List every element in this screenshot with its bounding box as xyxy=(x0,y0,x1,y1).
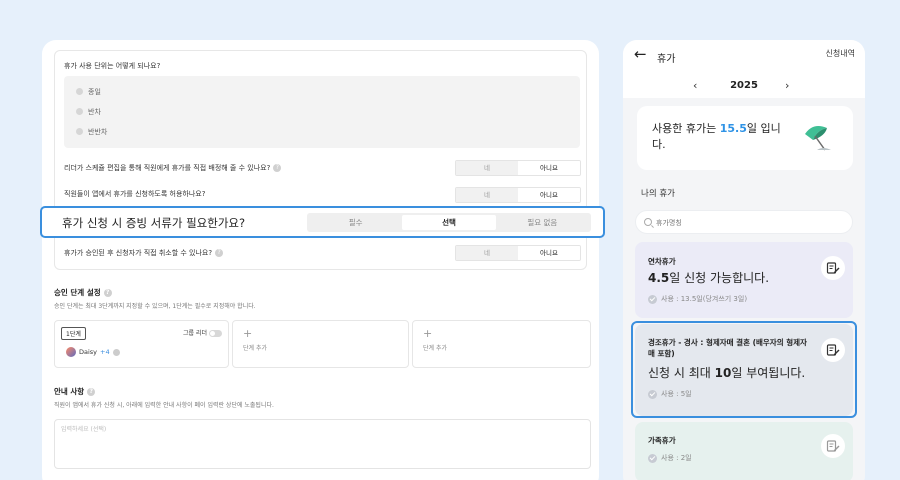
search-icon xyxy=(644,218,652,226)
option-not-needed[interactable]: 필요 없음 xyxy=(496,215,589,230)
option-optional[interactable]: 선택 xyxy=(402,215,496,230)
highlighted-leave-card-frame xyxy=(631,321,857,418)
guide-section-title: 안내 사항? xyxy=(54,386,96,397)
apply-button[interactable] xyxy=(821,256,845,280)
app-apply-question: 직원들이 앱에서 휴가를 신청하도록 허용하나요? xyxy=(64,190,206,198)
apply-button[interactable] xyxy=(821,434,845,458)
toggle-yes[interactable]: 네 xyxy=(456,188,518,202)
toggle-no[interactable]: 아니요 xyxy=(518,188,580,202)
leave-card-family[interactable]: 가족휴가 사용 : 2일 xyxy=(635,422,853,480)
check-icon xyxy=(76,87,83,95)
used-leave-text: 사용한 휴가는 15.5일 입니다. xyxy=(652,122,781,151)
approver-chip[interactable]: Daisy +4 xyxy=(66,347,120,357)
help-icon[interactable]: ? xyxy=(103,289,112,297)
toggle-yes[interactable]: 네 xyxy=(456,161,518,175)
toggle-yes[interactable]: 네 xyxy=(456,246,518,260)
document-option-toggle[interactable]: 필수 선택 필요 없음 xyxy=(307,213,591,232)
switch-icon[interactable] xyxy=(209,330,222,337)
check-icon xyxy=(648,453,657,463)
chevron-left-icon[interactable]: ‹ xyxy=(693,79,697,92)
mobile-header: ← 휴가 신청내역 xyxy=(623,40,865,76)
beach-umbrella-icon xyxy=(805,126,831,151)
unit-options-box: 종일 반차 반반차 xyxy=(64,76,580,148)
leave-settings-panel: 휴가 사용 단위는 어떻게 되나요? 종일 반차 반반차 리더가 스케쥴 편집을… xyxy=(42,40,599,480)
back-arrow-icon[interactable]: ← xyxy=(634,45,647,63)
leader-edit-question: 리더가 스케쥴 편집을 통해 직원에게 휴가를 직접 배정해 줄 수 있나요?? xyxy=(64,163,282,173)
unit-option-full-day[interactable]: 종일 xyxy=(76,87,101,97)
stage-tag: 1단계 xyxy=(61,327,86,340)
add-stage-2[interactable]: + 단계 추가 xyxy=(232,320,409,368)
help-icon[interactable]: ? xyxy=(87,388,96,396)
add-stage-3[interactable]: + 단계 추가 xyxy=(412,320,591,368)
cancel-toggle[interactable]: 네 아니요 xyxy=(455,245,581,261)
remove-icon[interactable] xyxy=(112,348,120,356)
screen-title: 휴가 xyxy=(657,54,676,65)
year-selector: 2025 ‹ › xyxy=(623,76,865,98)
guide-textarea[interactable]: 입력하세요 (선택) xyxy=(54,419,591,469)
help-icon[interactable]: ? xyxy=(273,164,282,172)
leave-search[interactable] xyxy=(635,210,853,234)
history-link[interactable]: 신청내역 xyxy=(826,48,855,59)
document-question: 휴가 신청 시 증빙 서류가 필요한가요? xyxy=(62,216,246,230)
document-required-row: 휴가 신청 시 증빙 서류가 필요한가요? 필수 선택 필요 없음 xyxy=(40,206,605,238)
unit-option-quarter-day[interactable]: 반반차 xyxy=(76,127,107,137)
check-icon xyxy=(76,127,83,135)
toggle-no[interactable]: 아니요 xyxy=(518,246,580,260)
year-label: 2025 xyxy=(730,80,758,91)
unit-question: 휴가 사용 단위는 어떻게 되나요? xyxy=(64,62,161,70)
check-icon xyxy=(648,294,657,304)
used-leave-summary: 사용한 휴가는 15.5일 입니다. xyxy=(637,106,853,170)
group-leader-toggle[interactable]: 그룹 리더 xyxy=(183,328,222,337)
chevron-right-icon[interactable]: › xyxy=(785,79,789,92)
edit-document-icon xyxy=(826,440,840,452)
edit-document-icon xyxy=(826,262,840,274)
avatar xyxy=(66,347,76,357)
help-icon[interactable]: ? xyxy=(215,249,224,257)
guide-description: 직원이 앱에서 휴가 신청 시, 아래에 입력한 안내 사항이 폐이 입력란 상… xyxy=(54,402,274,409)
leave-card-annual[interactable]: 연차휴가 4.5일 신청 가능합니다. 사용 : 13.5일(당겨쓰기 3일) xyxy=(635,242,853,318)
option-required[interactable]: 필수 xyxy=(309,215,402,230)
approval-description: 승인 단계는 최대 3단계까지 지정할 수 있으며, 1단계는 필수로 지정해야… xyxy=(54,303,256,310)
app-apply-toggle[interactable]: 네 아니요 xyxy=(455,187,581,203)
toggle-no[interactable]: 아니요 xyxy=(518,161,580,175)
my-leave-heading: 나의 휴가 xyxy=(641,189,675,199)
cancel-question: 휴가가 승인된 후 신청자가 직접 취소할 수 있나요?? xyxy=(64,248,224,258)
plus-icon: + xyxy=(243,327,253,340)
plus-icon: + xyxy=(423,327,433,340)
search-input[interactable] xyxy=(656,215,836,230)
approval-section-title: 승인 단계 설정? xyxy=(54,287,112,298)
approval-stage-1[interactable]: 1단계 그룹 리더 Daisy +4 xyxy=(54,320,229,368)
check-icon xyxy=(76,107,83,115)
unit-option-half-day[interactable]: 반차 xyxy=(76,107,101,117)
leader-edit-toggle[interactable]: 네 아니요 xyxy=(455,160,581,176)
